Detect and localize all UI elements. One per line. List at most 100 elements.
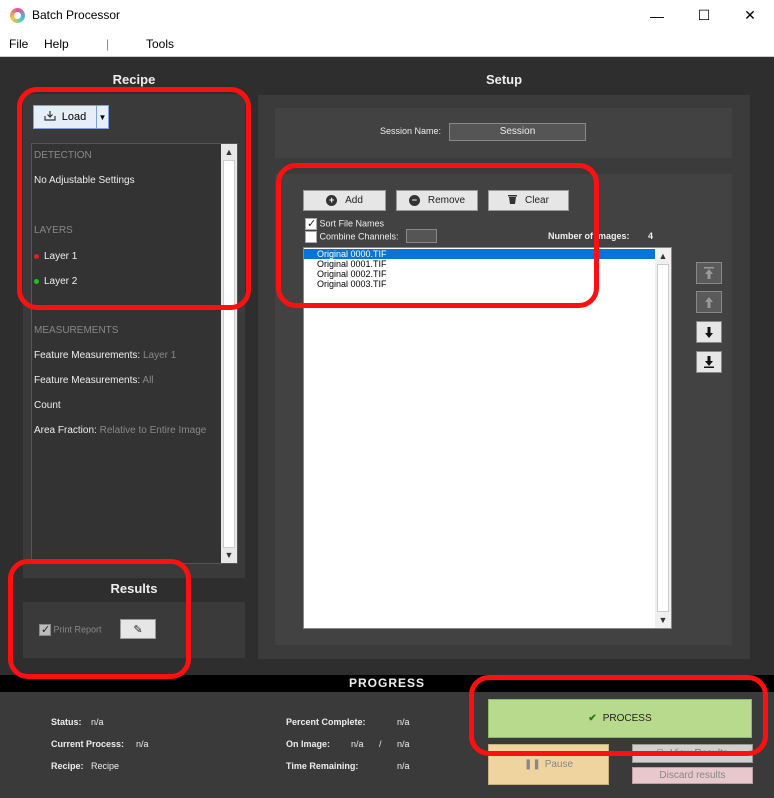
close-button[interactable]: ✕: [727, 0, 773, 31]
setup-panel: Session Name: Session + Add − Remove Cle…: [258, 95, 750, 659]
scrollbar-thumb[interactable]: [223, 160, 235, 548]
recipe-label: Recipe:: [51, 761, 84, 771]
remove-label: Remove: [427, 195, 466, 206]
on-image-value: n/a: [351, 739, 364, 749]
plus-circle-icon: +: [326, 195, 338, 206]
combine-channels-checkbox[interactable]: [305, 231, 317, 243]
layer-color-dot-icon: [34, 253, 39, 259]
detection-text: No Adjustable Settings: [34, 175, 135, 186]
load-dropdown-button[interactable]: ▼: [97, 105, 109, 129]
clear-label: Clear: [525, 195, 549, 206]
scroll-up-icon[interactable]: ▲: [655, 248, 671, 264]
load-button[interactable]: Load: [33, 105, 97, 129]
checkmark-icon: ✔: [588, 713, 597, 724]
layer-item[interactable]: Layer 2: [34, 276, 77, 287]
detection-header: DETECTION: [34, 150, 92, 161]
arrow-up-icon: [705, 296, 713, 308]
percent-complete-value: n/a: [397, 717, 410, 727]
results-panel: Print Report ✎: [23, 602, 245, 658]
files-panel: + Add − Remove Clear Sort File Names Com…: [275, 174, 732, 645]
file-list-item[interactable]: Original 0002.TIF: [304, 269, 656, 279]
file-list-item[interactable]: Original 0000.TIF: [304, 249, 656, 259]
measurement-value: All: [142, 375, 154, 386]
setup-title: Setup: [485, 72, 523, 87]
move-to-bottom-icon: [704, 356, 714, 368]
file-list-item[interactable]: Original 0001.TIF: [304, 259, 656, 269]
view-results-label: View Results: [670, 748, 728, 759]
move-down-button[interactable]: [696, 321, 722, 343]
load-label: Load: [61, 111, 87, 123]
measurement-item[interactable]: Count: [34, 400, 61, 411]
scroll-up-icon[interactable]: ▲: [221, 144, 237, 160]
scroll-down-icon[interactable]: ▼: [655, 612, 671, 628]
recipe-list-scrollbar[interactable]: ▲ ▼: [221, 144, 237, 563]
app-logo-icon: [10, 8, 25, 23]
layer-label: Layer 2: [44, 276, 78, 287]
combine-channels-label: Combine Channels:: [319, 231, 399, 242]
image-file-list[interactable]: Original 0000.TIF Original 0001.TIF Orig…: [303, 247, 672, 629]
external-link-icon: ⧉: [657, 748, 665, 759]
move-up-button[interactable]: [696, 291, 722, 313]
recipe-panel: Load ▼ DETECTION No Adjustable Settings …: [23, 94, 245, 578]
session-panel: Session Name: Session: [275, 108, 732, 158]
measurement-item[interactable]: Feature Measurements: Layer 1: [34, 350, 176, 361]
move-to-bottom-button[interactable]: [696, 351, 722, 373]
measurement-item[interactable]: Area Fraction: Relative to Entire Image: [34, 425, 206, 436]
print-report-option[interactable]: Print Report: [39, 623, 102, 636]
measurement-label: Area Fraction:: [34, 425, 97, 436]
sort-file-names-checkbox[interactable]: [305, 217, 317, 230]
window-title: Batch Processor: [32, 8, 121, 22]
trash-icon: [508, 194, 518, 207]
session-name-label: Session Name:: [380, 126, 442, 136]
recipe-title: Recipe: [112, 72, 156, 87]
on-image-separator: /: [379, 739, 382, 749]
file-list-item[interactable]: Original 0003.TIF: [304, 279, 656, 289]
minimize-button[interactable]: —: [634, 0, 680, 31]
view-results-button[interactable]: ⧉ View Results: [632, 744, 753, 763]
current-process-label: Current Process:: [51, 739, 125, 749]
layer-item[interactable]: Layer 1: [34, 251, 77, 262]
pause-button[interactable]: ❚❚ Pause: [488, 744, 609, 785]
on-image-total: n/a: [397, 739, 410, 749]
layers-header: LAYERS: [34, 225, 73, 236]
combine-channels-input[interactable]: [406, 229, 437, 243]
recipe-value: Recipe: [91, 761, 120, 771]
minus-circle-icon: −: [408, 195, 420, 206]
process-button[interactable]: ✔ PROCESS: [488, 699, 752, 738]
print-report-checkbox[interactable]: [39, 623, 51, 636]
dropdown-arrow-icon: ▼: [98, 112, 107, 122]
measurement-item[interactable]: Feature Measurements: All: [34, 375, 154, 386]
move-to-top-button[interactable]: [696, 262, 722, 284]
progress-header: PROGRESS: [0, 675, 774, 692]
recipe-settings-list[interactable]: DETECTION No Adjustable Settings LAYERS …: [31, 143, 238, 564]
pencil-icon: ✎: [133, 623, 143, 636]
menu-file[interactable]: File: [9, 37, 28, 51]
sort-file-names-option[interactable]: Sort File Names: [305, 217, 384, 230]
pause-label: Pause: [544, 759, 574, 770]
main-area: Recipe Load ▼ DETECTION No Adjustable Se…: [0, 57, 774, 675]
file-list-scrollbar[interactable]: ▲ ▼: [655, 248, 671, 628]
number-of-images-value: 4: [648, 231, 654, 241]
load-icon: [44, 110, 56, 124]
menu-tools[interactable]: Tools: [146, 37, 174, 51]
clear-button[interactable]: Clear: [488, 190, 569, 211]
scroll-down-icon[interactable]: ▼: [221, 547, 237, 563]
add-label: Add: [345, 195, 363, 206]
measurements-header: MEASUREMENTS: [34, 325, 119, 336]
maximize-button[interactable]: ☐: [681, 0, 727, 31]
discard-results-button[interactable]: Discard results: [632, 767, 753, 784]
time-remaining-value: n/a: [397, 761, 410, 771]
menu-help[interactable]: Help: [44, 37, 69, 51]
remove-button[interactable]: − Remove: [396, 190, 478, 211]
add-button[interactable]: + Add: [303, 190, 386, 211]
session-name-input[interactable]: Session: [449, 123, 586, 141]
title-bar: Batch Processor — ☐ ✕: [0, 0, 774, 31]
menu-bar: File Help | Tools: [0, 31, 774, 57]
status-value: n/a: [91, 717, 104, 727]
measurement-label: Count: [34, 400, 61, 411]
scrollbar-thumb[interactable]: [657, 264, 669, 612]
current-process-value: n/a: [136, 739, 149, 749]
number-of-images-label: Number of Images:: [548, 231, 630, 241]
combine-channels-option[interactable]: Combine Channels:: [305, 231, 399, 243]
edit-report-button[interactable]: ✎: [120, 619, 156, 639]
